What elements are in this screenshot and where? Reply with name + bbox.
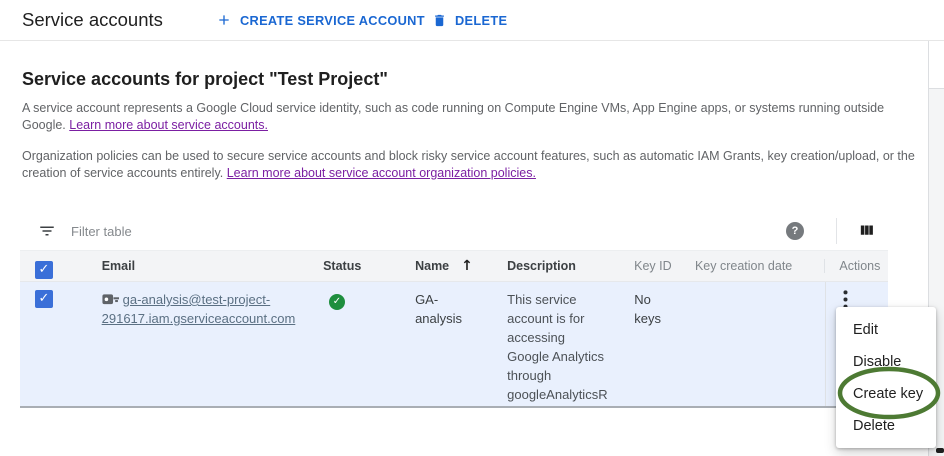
- scrollbar-thumb[interactable]: [936, 448, 944, 453]
- create-service-account-label: CREATE SERVICE ACCOUNT: [240, 13, 425, 28]
- menu-item-create-key[interactable]: Create key: [836, 378, 936, 410]
- service-accounts-table: ? ✓ Email Status Name ↑ Description Key I…: [20, 212, 888, 408]
- filter-icon: [38, 222, 56, 240]
- help-icon[interactable]: ?: [786, 222, 804, 240]
- column-header-status[interactable]: Status: [303, 259, 395, 273]
- menu-item-disable[interactable]: Disable: [836, 346, 936, 378]
- learn-more-org-policies-link[interactable]: Learn more about service account organiz…: [227, 166, 536, 180]
- toolbar-divider: [836, 218, 837, 244]
- service-account-email-link[interactable]: ga-analysis@test-project- 291617.iam.gse…: [102, 292, 296, 326]
- delete-button[interactable]: DELETE: [432, 0, 507, 40]
- status-cell: ✓: [303, 282, 395, 406]
- menu-item-delete[interactable]: Delete: [836, 410, 936, 442]
- header-checkbox-cell: ✓: [20, 253, 82, 279]
- delete-label: DELETE: [455, 13, 507, 28]
- row-actions-menu: Edit Disable Create key Delete: [836, 307, 936, 448]
- description-cell: This service account is for accessing Go…: [487, 282, 614, 406]
- create-service-account-button[interactable]: CREATE SERVICE ACCOUNT: [216, 0, 425, 40]
- status-active-icon: ✓: [329, 294, 345, 310]
- column-header-name[interactable]: Name ↑: [395, 258, 487, 274]
- page-heading: Service accounts for project "Test Proje…: [22, 69, 388, 90]
- email-cell: ga-analysis@test-project- 291617.iam.gse…: [82, 282, 303, 406]
- key-id-cell: No keys: [614, 282, 675, 406]
- select-all-checkbox[interactable]: ✓: [35, 261, 53, 279]
- service-account-key-icon: [102, 293, 119, 306]
- trash-icon: [432, 13, 447, 28]
- table-row[interactable]: ✓ ga-analysis@test-project- 291617.iam.g…: [20, 282, 888, 408]
- column-header-description[interactable]: Description: [487, 259, 614, 273]
- menu-item-edit[interactable]: Edit: [836, 314, 936, 346]
- column-header-key-creation-date[interactable]: Key creation date: [675, 259, 824, 273]
- column-header-name-label: Name: [415, 259, 449, 273]
- org-policies-paragraph: Organization policies can be used to sec…: [22, 148, 916, 182]
- table-header-row: ✓ Email Status Name↑ Description Key ID …: [20, 250, 888, 282]
- row-checkbox-cell: ✓: [20, 282, 82, 406]
- key-creation-date-cell: [675, 282, 824, 406]
- intro-paragraph: A service account represents a Google Cl…: [22, 100, 916, 134]
- plus-icon: [216, 12, 232, 28]
- filter-bar: ?: [20, 212, 888, 250]
- row-checkbox[interactable]: ✓: [35, 290, 53, 308]
- page-title: Service accounts: [22, 0, 163, 40]
- sort-ascending-icon: ↑: [461, 258, 473, 274]
- column-header-key-id[interactable]: Key ID: [614, 259, 675, 273]
- name-cell: GA- analysis: [395, 282, 487, 406]
- filter-table-input[interactable]: [71, 224, 631, 239]
- column-display-icon[interactable]: [858, 222, 875, 239]
- column-header-actions: Actions: [824, 259, 888, 273]
- learn-more-service-accounts-link[interactable]: Learn more about service accounts.: [69, 117, 268, 134]
- column-header-email[interactable]: Email: [82, 259, 303, 273]
- app-bar: Service accounts CREATE SERVICE ACCOUNT …: [0, 0, 944, 41]
